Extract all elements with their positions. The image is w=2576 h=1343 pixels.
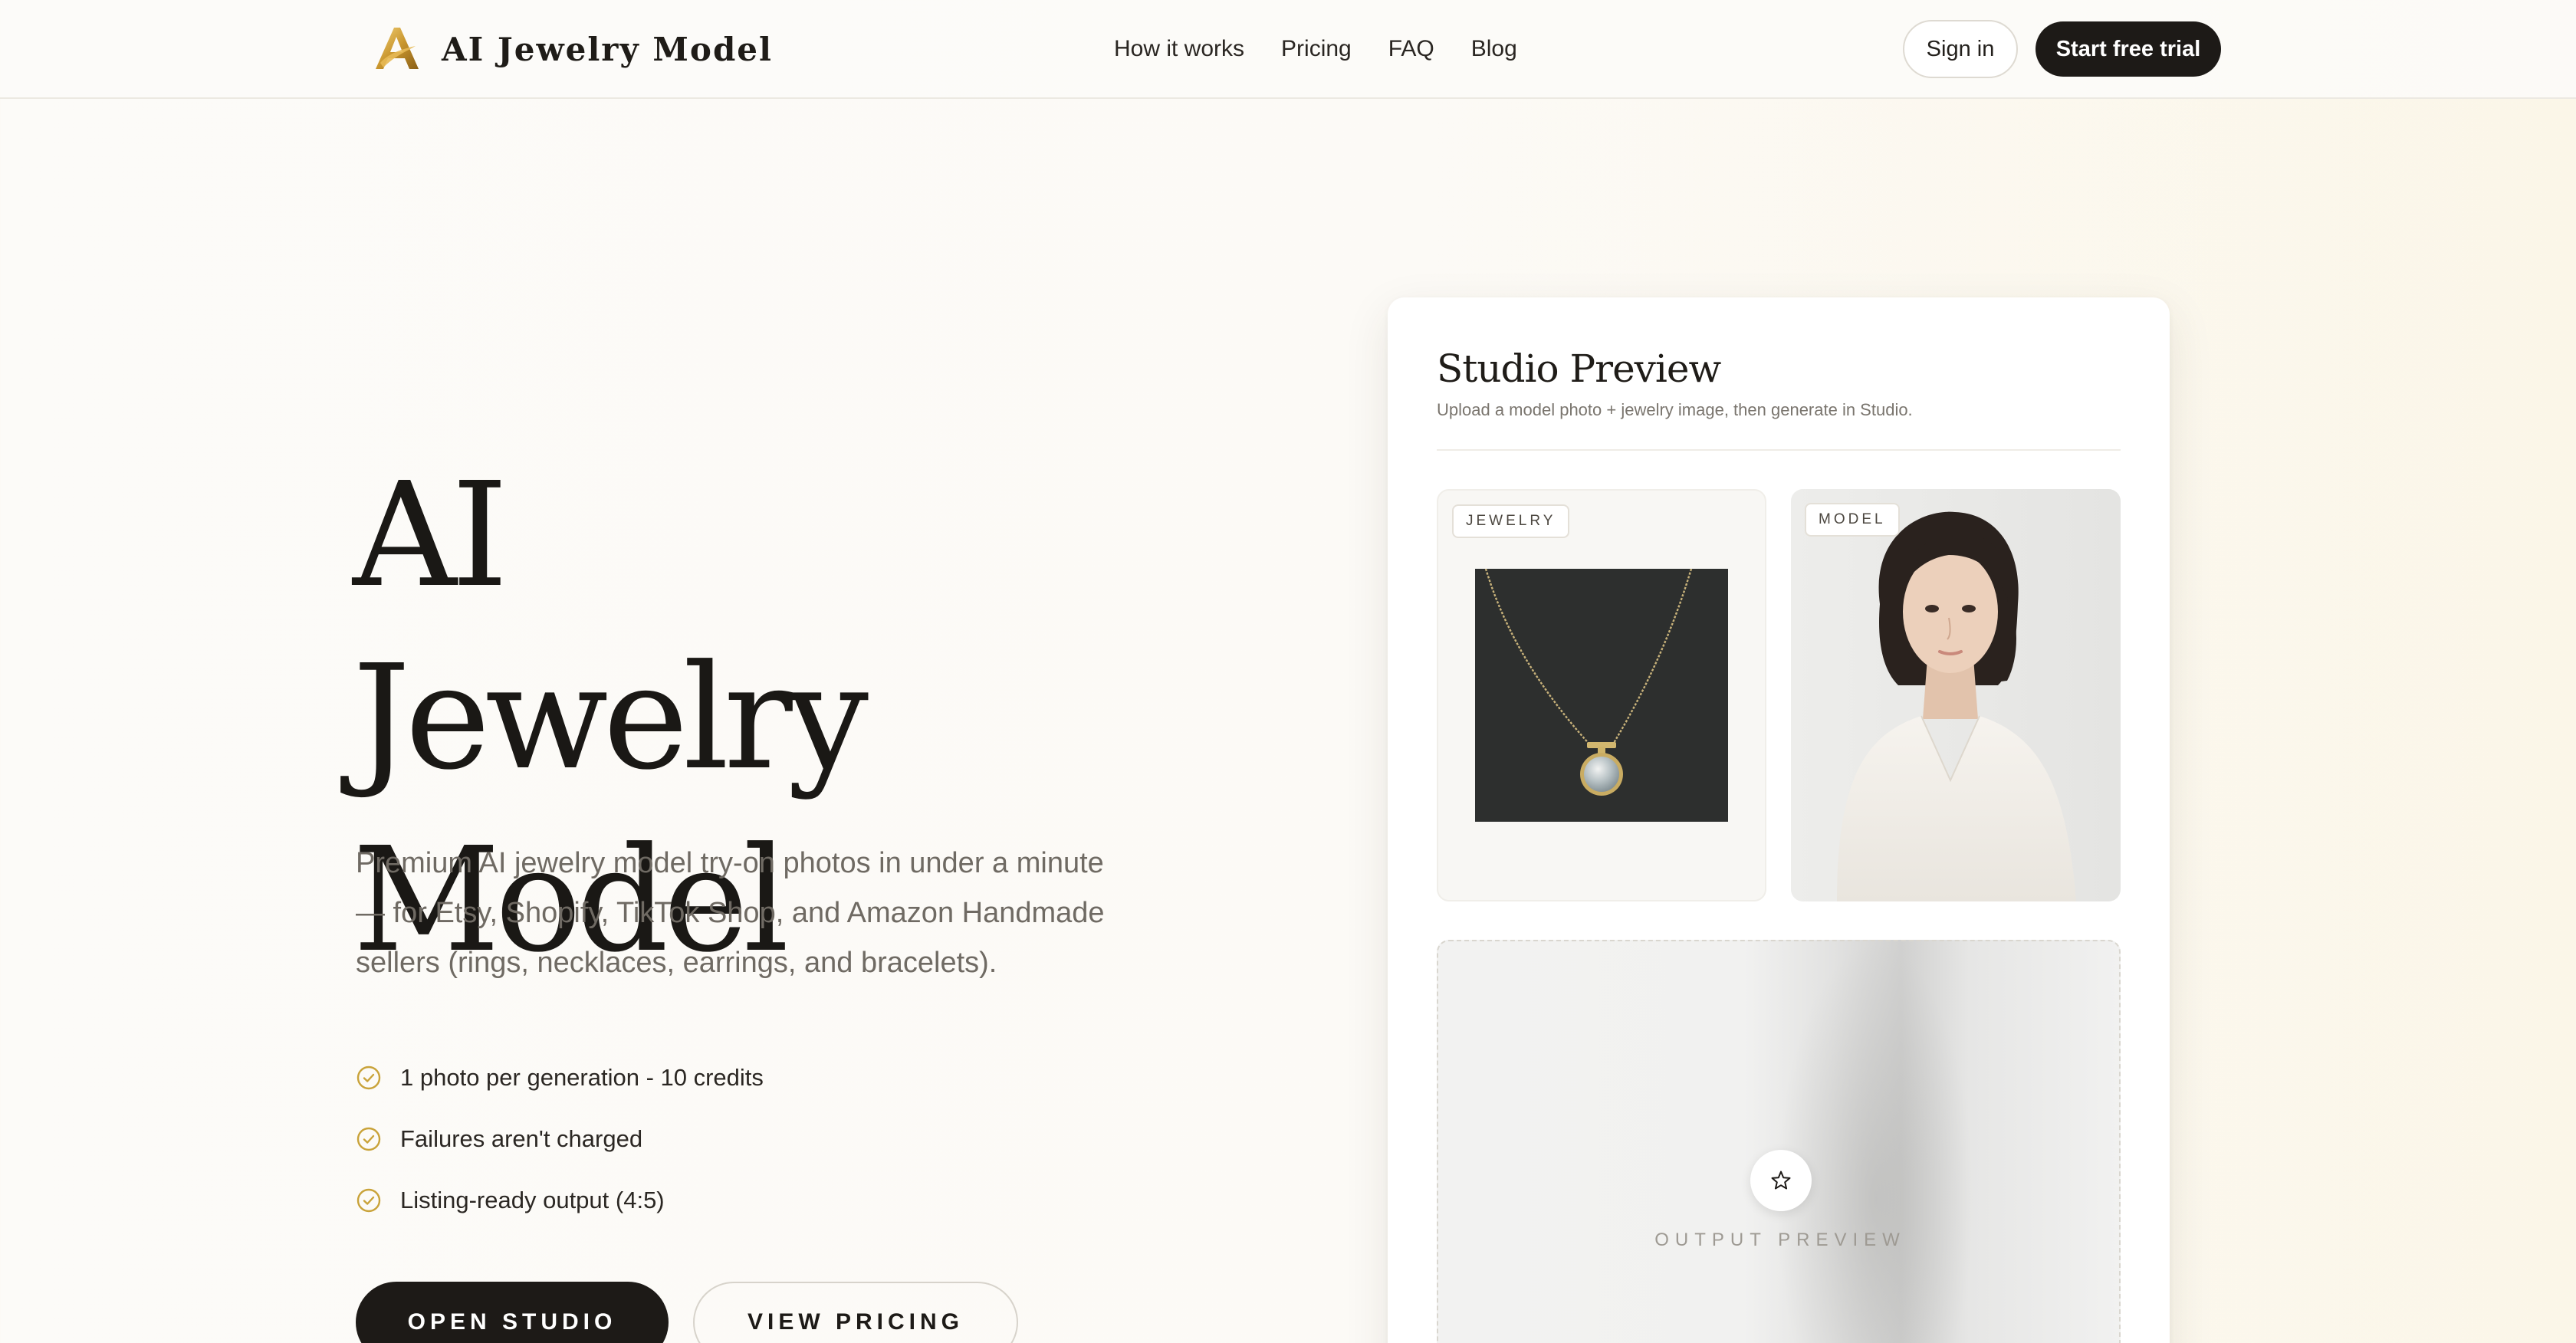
open-studio-button[interactable]: OPEN STUDIO xyxy=(356,1282,669,1343)
view-pricing-button[interactable]: VIEW PRICING xyxy=(693,1282,1018,1343)
feature-list: 1 photo per generation - 10 credits Fail… xyxy=(356,1047,764,1231)
top-nav-bar: AI Jewelry Model How it works Pricing FA… xyxy=(0,0,2576,99)
brand-link[interactable]: AI Jewelry Model xyxy=(371,21,773,77)
gold-letter-a-logo xyxy=(376,28,419,69)
check-circle-icon xyxy=(356,1188,381,1213)
feature-text: 1 photo per generation - 10 credits xyxy=(400,1064,764,1091)
main-nav: How it works Pricing FAQ Blog xyxy=(1114,31,1517,67)
output-star-badge xyxy=(1750,1150,1812,1211)
feature-item: 1 photo per generation - 10 credits xyxy=(356,1047,764,1108)
feature-item: Listing-ready output (4:5) xyxy=(356,1170,764,1231)
jewelry-upload-slot[interactable]: JEWELRY xyxy=(1437,489,1766,901)
model-tag: MODEL xyxy=(1805,503,1900,537)
studio-preview-card: Studio Preview Upload a model photo + je… xyxy=(1388,297,2170,1343)
output-placeholder-blur xyxy=(1776,941,1975,1343)
model-portrait-image xyxy=(1791,489,2121,901)
star-icon xyxy=(1771,1171,1791,1190)
hero-title-line-1: AI Jewelry xyxy=(353,451,869,802)
studio-preview-title: Studio Preview xyxy=(1437,346,1721,391)
brand-name: AI Jewelry Model xyxy=(442,30,773,68)
start-free-trial-button[interactable]: Start free trial xyxy=(2036,21,2221,77)
jewelry-tag: JEWELRY xyxy=(1452,504,1570,538)
nav-blog[interactable]: Blog xyxy=(1471,31,1517,67)
feature-text: Listing-ready output (4:5) xyxy=(400,1187,665,1213)
sign-in-button[interactable]: Sign in xyxy=(1903,20,2018,78)
divider xyxy=(1437,449,2121,451)
studio-preview-subtitle: Upload a model photo + jewelry image, th… xyxy=(1437,400,1913,419)
hero-subtitle: Premium AI jewelry model try-on photos i… xyxy=(356,847,1105,979)
nav-pricing[interactable]: Pricing xyxy=(1281,31,1352,67)
nav-faq[interactable]: FAQ xyxy=(1388,31,1434,67)
necklace-image xyxy=(1475,569,1728,822)
feature-item: Failures aren't charged xyxy=(356,1108,764,1170)
check-circle-icon xyxy=(356,1127,381,1151)
feature-text: Failures aren't charged xyxy=(400,1125,643,1152)
model-upload-slot[interactable]: MODEL xyxy=(1791,489,2121,901)
output-preview-area: OUTPUT PREVIEW xyxy=(1437,940,2121,1343)
nav-how-it-works[interactable]: How it works xyxy=(1114,31,1244,67)
check-circle-icon xyxy=(356,1066,381,1090)
output-preview-label: OUTPUT PREVIEW xyxy=(1654,1230,1906,1250)
